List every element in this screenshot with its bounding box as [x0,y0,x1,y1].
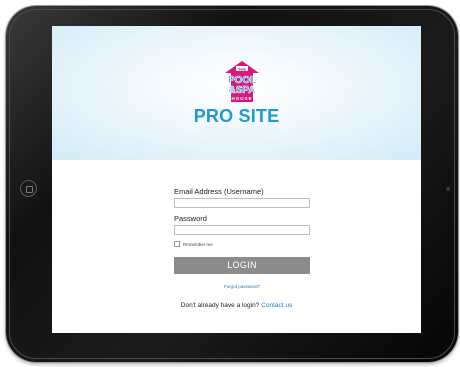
remember-me-row[interactable]: Remember me [174,241,310,247]
email-field[interactable] [174,198,310,208]
email-label: Email Address (Username) [174,187,264,196]
contact-line: Don't already have a login? Contact us [52,302,421,309]
no-login-text: Don't already have a login? [180,302,260,309]
page-title: PRO SITE [193,106,280,126]
contact-us-link[interactable]: Contact us [261,302,292,309]
logo-top-text: THE [238,66,246,71]
logo-spa-text: &SPA [228,85,255,96]
remember-me-label: Remember me [183,241,213,247]
login-button[interactable]: LOGIN [174,257,310,274]
password-label: Password [174,214,207,223]
password-field[interactable] [174,225,310,235]
home-icon [26,186,33,193]
pool-spa-house-logo: THE POOL &SPA HOUSE [225,61,259,102]
login-form: Email Address (Username) Password Rememb… [174,187,310,289]
logo-house-text: HOUSE [231,96,252,101]
header-hero: THE POOL &SPA HOUSE PRO SITE [52,26,421,160]
remember-me-checkbox[interactable] [174,241,180,247]
home-button[interactable] [20,180,37,197]
camera-dot [446,187,450,191]
tablet-frame: THE POOL &SPA HOUSE PRO SITE Email Addre… [6,6,458,362]
screen: THE POOL &SPA HOUSE PRO SITE Email Addre… [52,26,421,333]
forgot-password-link[interactable]: Forgot password? [174,284,310,289]
